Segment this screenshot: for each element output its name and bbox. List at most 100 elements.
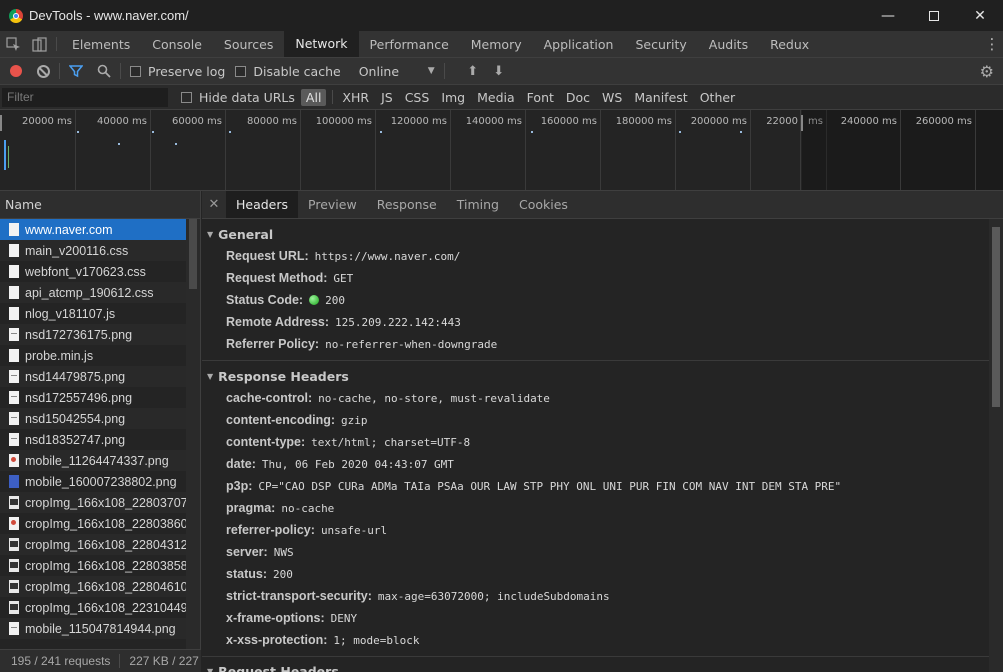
scrollbar-thumb[interactable]: [189, 219, 197, 289]
kebab-icon: ⋮: [984, 35, 1000, 53]
tab-network[interactable]: Network: [284, 31, 359, 57]
request-row[interactable]: webfont_v170623.css: [0, 261, 186, 282]
overview-left-handle[interactable]: [0, 115, 2, 131]
type-filter-all[interactable]: All: [300, 88, 327, 106]
header-value: no-cache: [281, 501, 335, 515]
type-filter-xhr[interactable]: XHR: [337, 89, 374, 106]
request-row[interactable]: cropImg_166x108_228037072...: [0, 492, 186, 513]
request-row[interactable]: api_atcmp_190612.css: [0, 282, 186, 303]
filter-icon[interactable]: [69, 64, 83, 78]
request-row[interactable]: www.naver.com: [0, 219, 186, 240]
general-section-toggle[interactable]: ▼ General: [202, 223, 989, 245]
status-divider: [119, 654, 121, 668]
tab-security[interactable]: Security: [624, 31, 697, 57]
tab-elements[interactable]: Elements: [61, 31, 141, 57]
tab-timing[interactable]: Timing: [447, 191, 509, 218]
type-filter-font[interactable]: Font: [522, 89, 559, 106]
export-har-button[interactable]: ⬇: [492, 64, 506, 79]
header-row: content-encoding: gzip: [202, 409, 989, 431]
header-key: p3p:: [226, 479, 253, 493]
checkbox-box[interactable]: [181, 91, 192, 103]
detail-tabbar: ✕ Headers Preview Response Timing Cookie…: [202, 191, 1003, 219]
request-row[interactable]: cropImg_166x108_228038585...: [0, 555, 186, 576]
overview-tick: 80000 ms: [226, 110, 301, 190]
close-window-button[interactable]: ✕: [957, 0, 1003, 31]
network-status-bar: 195 / 241 requests 227 KB / 227: [0, 649, 201, 672]
header-key: referrer-policy:: [226, 523, 315, 537]
clear-button[interactable]: [37, 64, 50, 78]
tab-console[interactable]: Console: [141, 31, 213, 57]
more-options-button[interactable]: ⋮: [981, 31, 1003, 57]
checkbox-box[interactable]: [235, 65, 247, 77]
throttling-select[interactable]: Online ▼: [359, 64, 435, 79]
inspect-element-button[interactable]: [0, 31, 26, 57]
request-name: cropImg_166x108_223104493...: [25, 600, 186, 615]
disable-cache-checkbox[interactable]: Disable cache: [235, 64, 341, 79]
request-row[interactable]: mobile_160007238802.png: [0, 471, 186, 492]
type-filter-manifest[interactable]: Manifest: [629, 89, 692, 106]
request-row[interactable]: nsd15042554.png: [0, 408, 186, 429]
tab-headers[interactable]: Headers: [226, 191, 299, 218]
header-value: DENY: [330, 611, 358, 625]
header-row: date: Thu, 06 Feb 2020 04:43:07 GMT: [202, 453, 989, 475]
request-row[interactable]: probe.min.js: [0, 345, 186, 366]
request-row[interactable]: nsd172736175.png: [0, 324, 186, 345]
response-headers-toggle[interactable]: ▼ Response Headers: [202, 365, 989, 387]
tab-sources[interactable]: Sources: [213, 31, 284, 57]
tab-audits[interactable]: Audits: [698, 31, 759, 57]
request-row[interactable]: nsd18352747.png: [0, 429, 186, 450]
type-filter-css[interactable]: CSS: [400, 89, 435, 106]
type-filter-other[interactable]: Other: [695, 89, 741, 106]
tab-preview[interactable]: Preview: [298, 191, 367, 218]
detail-scrollbar[interactable]: [989, 219, 1003, 672]
request-row[interactable]: main_v200116.css: [0, 240, 186, 261]
tick-label: 240000 ms: [840, 116, 897, 127]
close-detail-button[interactable]: ✕: [202, 191, 226, 218]
search-icon[interactable]: [97, 64, 111, 78]
tab-memory[interactable]: Memory: [460, 31, 533, 57]
request-headers-toggle[interactable]: ▼ Request Headers: [202, 660, 989, 672]
tab-performance[interactable]: Performance: [359, 31, 460, 57]
download-icon: ⬇: [493, 63, 505, 79]
overview-tick: 180000 ms: [601, 110, 676, 190]
file-icon: [9, 412, 19, 425]
network-settings-button[interactable]: ⚙: [980, 62, 994, 81]
file-icon: [9, 307, 19, 320]
request-row[interactable]: nlog_v181107.js: [0, 303, 186, 324]
request-row[interactable]: cropImg_166x108_228046101...: [0, 576, 186, 597]
type-filter-doc[interactable]: Doc: [561, 89, 595, 106]
checkbox-box[interactable]: [130, 65, 141, 77]
network-overview[interactable]: 20000 ms 40000 ms 60000 ms 80000 ms 1000…: [0, 110, 1003, 191]
record-button[interactable]: [10, 65, 22, 77]
import-har-button[interactable]: ⬆: [466, 64, 480, 79]
tab-response[interactable]: Response: [367, 191, 447, 218]
hide-data-urls-checkbox[interactable]: Hide data URLs: [181, 90, 295, 105]
preserve-log-checkbox[interactable]: Preserve log: [130, 64, 225, 79]
tab-redux[interactable]: Redux: [759, 31, 820, 57]
device-toolbar-button[interactable]: [26, 31, 52, 57]
type-filter-img[interactable]: Img: [436, 89, 470, 106]
file-icon: [9, 580, 19, 593]
filter-input[interactable]: [2, 87, 168, 107]
minimize-button[interactable]: —: [865, 0, 911, 31]
name-column-header[interactable]: Name: [0, 191, 200, 219]
scrollbar-thumb[interactable]: [992, 227, 1000, 407]
overview-right-handle[interactable]: [801, 115, 803, 131]
request-row[interactable]: mobile_115047814944.png: [0, 618, 186, 639]
request-row[interactable]: cropImg_166x108_228043121...: [0, 534, 186, 555]
header-value: NWS: [273, 545, 294, 559]
maximize-button[interactable]: [911, 0, 957, 31]
type-filter-js[interactable]: JS: [376, 89, 398, 106]
request-row[interactable]: cropImg_166x108_228038605...: [0, 513, 186, 534]
toolbar-divider: [120, 63, 121, 79]
request-row[interactable]: cropImg_166x108_223104493...: [0, 597, 186, 618]
tab-application[interactable]: Application: [533, 31, 625, 57]
request-row[interactable]: nsd172557496.png: [0, 387, 186, 408]
request-row[interactable]: mobile_11264474337.png: [0, 450, 186, 471]
tab-cookies[interactable]: Cookies: [509, 191, 578, 218]
type-filter-media[interactable]: Media: [472, 89, 520, 106]
request-row[interactable]: nsd14479875.png: [0, 366, 186, 387]
type-filter-ws[interactable]: WS: [597, 89, 627, 106]
header-row: Request URL: https://www.naver.com/: [202, 245, 989, 267]
request-list-scrollbar[interactable]: [186, 219, 200, 649]
